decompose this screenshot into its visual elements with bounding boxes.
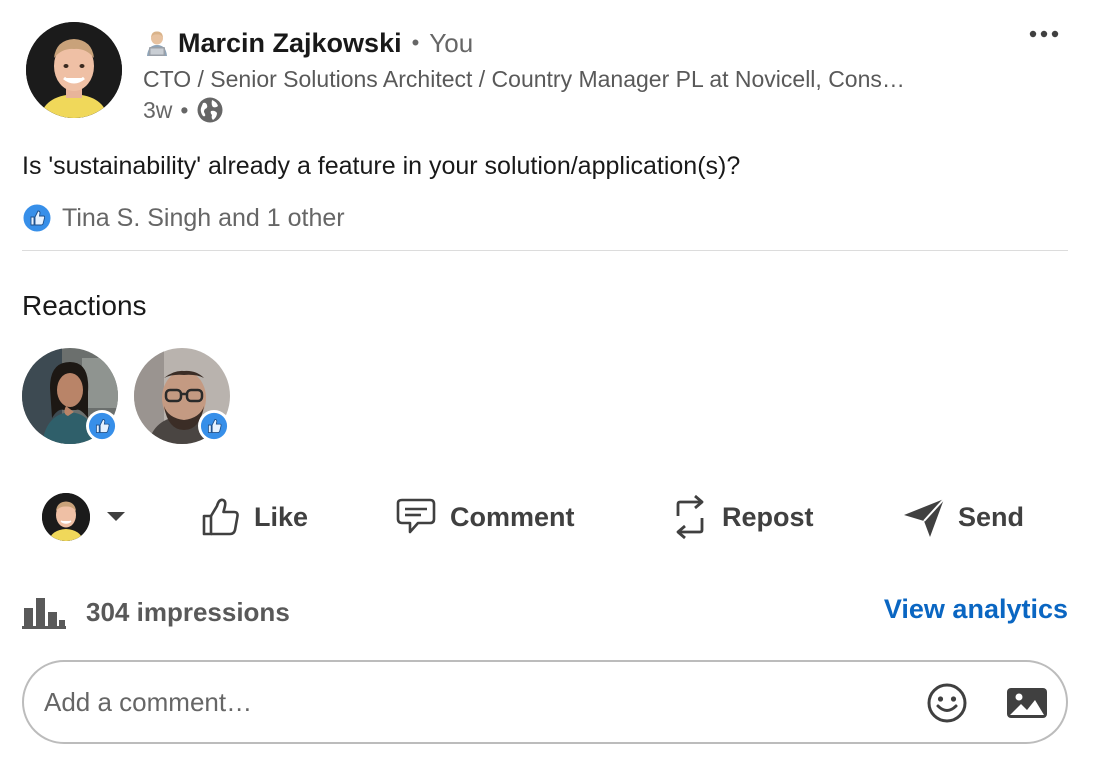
like-label: Like <box>254 501 309 532</box>
image-icon <box>1007 688 1047 718</box>
send-label: Send <box>958 501 1025 532</box>
separator-dot: • <box>180 96 189 123</box>
smiley-icon <box>927 683 967 723</box>
reactor-1[interactable] <box>22 348 122 448</box>
author-headline: CTO / Senior Solutions Architect / Count… <box>143 66 905 92</box>
repost-icon <box>676 494 704 540</box>
divider <box>22 250 1068 251</box>
impressions-count: 304 impressions <box>86 596 290 627</box>
repost-button[interactable]: Repost <box>670 486 814 548</box>
reactions-title: Reactions <box>22 290 147 321</box>
likes-summary[interactable]: Tina S. Singh and 1 other <box>22 200 345 236</box>
like-reaction-icon <box>22 203 52 233</box>
emoji-button[interactable] <box>924 680 970 726</box>
impressions-row: 304 impressions <box>22 590 290 634</box>
author-name[interactable]: Marcin Zajkowski <box>178 28 402 59</box>
thumbs-up-icon <box>202 498 239 536</box>
like-icon <box>200 412 228 440</box>
post-meta: 3w • <box>143 94 224 126</box>
actions-bar: Like Comment Repost Send <box>22 486 1068 548</box>
post-time: 3w <box>143 96 173 123</box>
comment-box <box>22 660 1068 744</box>
actor-avatar <box>42 493 90 541</box>
technologist-emoji-icon <box>147 31 167 56</box>
reactor-like-badge <box>86 410 118 442</box>
bar-chart-icon <box>22 598 66 629</box>
comment-icon <box>396 498 436 534</box>
send-button[interactable]: Send <box>902 486 1024 548</box>
more-options-button[interactable] <box>1024 20 1064 48</box>
comment-button[interactable]: Comment <box>394 486 575 548</box>
author-avatar[interactable] <box>26 22 122 118</box>
comment-input[interactable] <box>44 686 844 718</box>
globe-icon <box>197 97 223 123</box>
add-image-button[interactable] <box>1004 680 1050 726</box>
author-line: Marcin Zajkowski • You <box>144 26 473 60</box>
caret-down-icon <box>107 512 125 521</box>
relation-label: You <box>429 27 474 58</box>
ellipsis-icon <box>1029 30 1059 38</box>
separator-dot: • <box>411 30 420 55</box>
comment-label: Comment <box>450 501 575 532</box>
reactor-like-badge <box>198 410 230 442</box>
likes-text[interactable]: Tina S. Singh and 1 other <box>62 204 345 233</box>
reactor-2[interactable] <box>134 348 234 448</box>
post-text: Is 'sustainability' already a feature in… <box>22 152 741 180</box>
send-icon <box>904 498 945 537</box>
actor-switcher-button[interactable] <box>42 486 126 548</box>
like-icon <box>88 412 116 440</box>
view-analytics-link[interactable]: View analytics <box>884 594 1068 625</box>
repost-label: Repost <box>722 501 814 532</box>
like-button[interactable]: Like <box>200 486 308 548</box>
